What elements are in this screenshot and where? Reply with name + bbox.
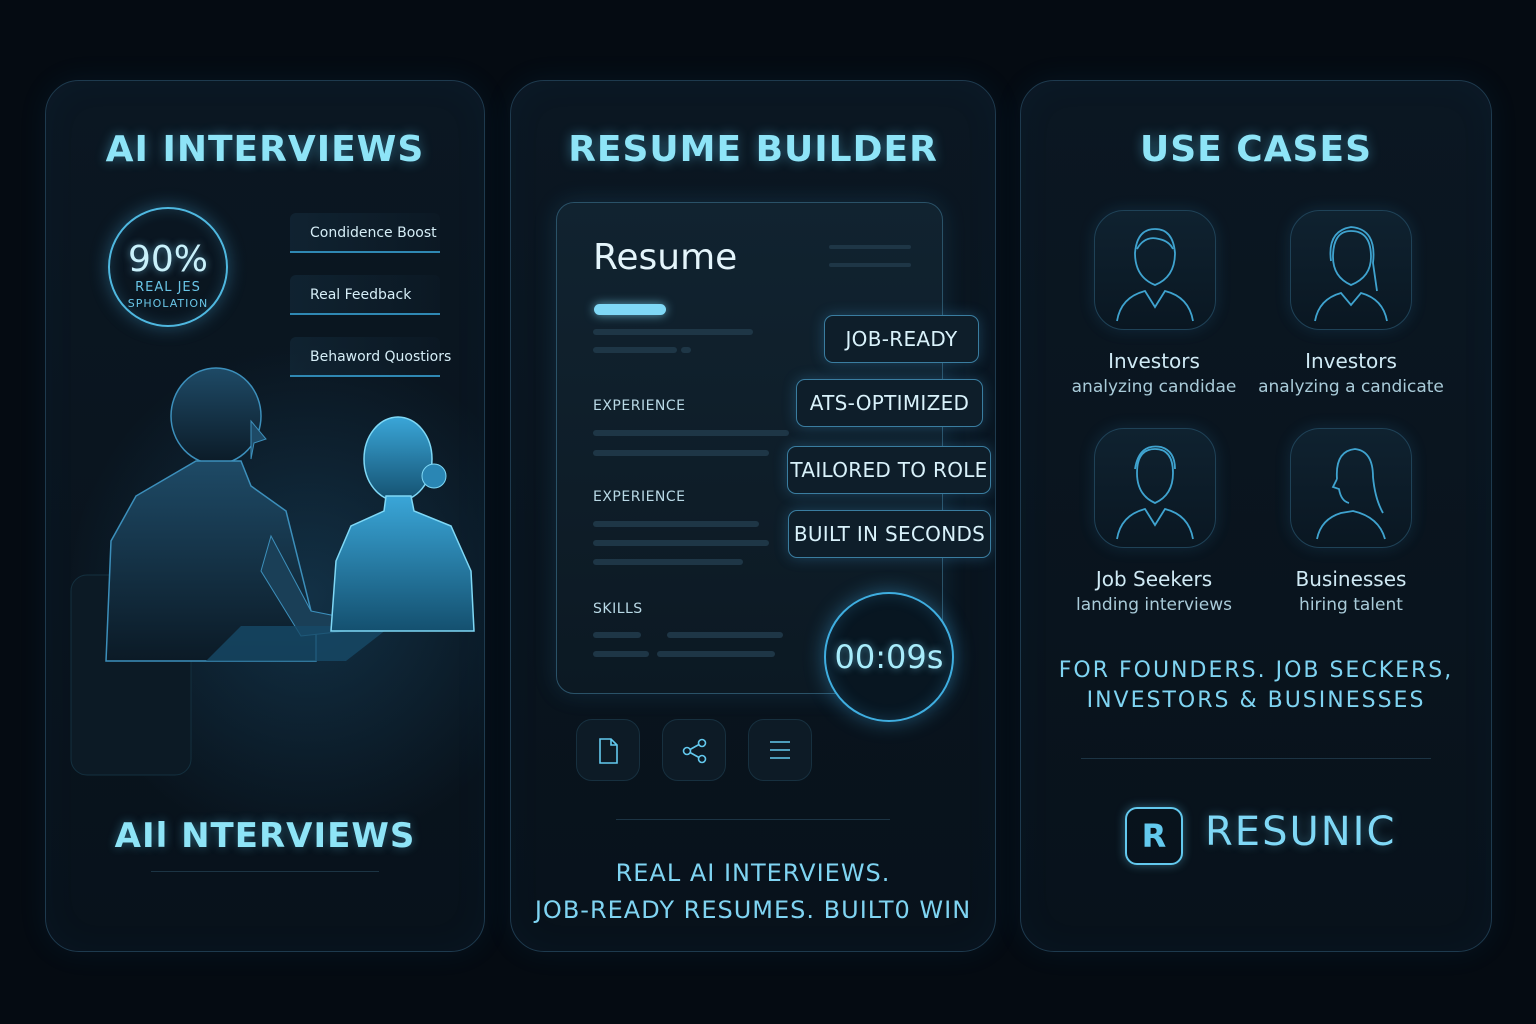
tagline-line-2: INVESTORS & BUSINESSES — [1086, 688, 1426, 713]
text-line — [657, 651, 775, 657]
use-case-subtitle: analyzing a candicate — [1258, 377, 1444, 397]
tag-ats-optimized: ATS-OPTIMIZED — [796, 379, 983, 427]
resume-title: Resume — [593, 237, 738, 278]
tag-built-in-seconds: BUILT IN SECONDS — [788, 510, 991, 558]
stat-value: 90% — [127, 239, 208, 280]
feature-item[interactable]: Condidence Boost — [290, 213, 440, 253]
use-case-card[interactable] — [1094, 428, 1216, 548]
brand-logo-icon: R — [1125, 807, 1183, 865]
use-case-title: Investors — [1108, 349, 1200, 373]
use-case-title: Businesses — [1295, 567, 1407, 591]
use-case-subtitle: landing interviews — [1075, 595, 1232, 615]
text-line — [593, 347, 677, 353]
tagline-line-1: FOR FOUNDERS. JOB SECKERS, — [1058, 658, 1454, 683]
panel-title: RESUME BUILDER — [568, 129, 938, 170]
ai-interviews-panel: AI INTERVIEWS 90% REAL JES SPHOLATION Co… — [45, 80, 485, 952]
feature-label: Real Feedback — [310, 287, 412, 303]
text-line — [681, 347, 691, 353]
document-button[interactable] — [576, 719, 640, 781]
stat-badge: 90% REAL JES SPHOLATION — [108, 207, 228, 327]
man-avatar-icon — [1116, 228, 1194, 322]
resume-builder-panel: RESUME BUILDER Resume EXPERIENCE EXPERIE… — [510, 80, 996, 952]
feature-item[interactable]: Real Feedback — [290, 275, 440, 315]
footer-line-2: JOB-READY RESUMES. BUILT0 WIN — [534, 896, 972, 924]
text-line — [593, 521, 759, 527]
man-avatar-icon — [1116, 445, 1194, 540]
share-button[interactable] — [662, 719, 726, 781]
stat-label-1: REAL JES — [135, 280, 201, 295]
footer-line-1: REAL AI INTERVIEWS. — [615, 859, 891, 887]
use-cases-panel: USE CASES Investors analyzing candidae I… — [1020, 80, 1492, 952]
woman-profile-icon — [1316, 448, 1386, 540]
feature-label: Condidence Boost — [310, 225, 437, 241]
text-line — [593, 559, 743, 565]
use-case-card[interactable] — [1094, 210, 1216, 330]
text-line — [593, 540, 769, 546]
panel-title: AI INTERVIEWS — [105, 129, 425, 170]
brand-name: RESUNIC — [1205, 809, 1397, 855]
section-label: SKILLS — [593, 601, 643, 617]
share-icon — [682, 738, 707, 764]
use-case-subtitle: analyzing candidae — [1071, 377, 1237, 397]
text-line — [829, 263, 911, 267]
timer: 00:09s — [824, 592, 954, 722]
use-case-title: Job Seekers — [1095, 567, 1213, 591]
use-case-title: Investors — [1305, 349, 1397, 373]
panel-title: USE CASES — [1139, 129, 1372, 170]
divider — [151, 871, 379, 872]
tag-job-ready: JOB-READY — [824, 315, 979, 363]
use-case-card[interactable] — [1290, 428, 1412, 548]
section-label: EXPERIENCE — [593, 398, 686, 414]
divider — [616, 819, 890, 820]
accent-bar — [594, 304, 666, 315]
divider — [1081, 758, 1431, 759]
text-line — [593, 329, 753, 335]
text-line — [829, 245, 911, 249]
text-line — [593, 651, 649, 657]
section-label: EXPERIENCE — [593, 489, 686, 505]
use-case-label: Investors analyzing a candicate — [1241, 349, 1461, 397]
text-line — [593, 632, 641, 638]
stat-label-2: SPHOLATION — [127, 297, 209, 310]
interview-illustration — [70, 367, 475, 776]
document-icon — [599, 738, 618, 764]
text-line — [667, 632, 783, 638]
use-case-label: Job Seekers landing interviews — [1044, 567, 1264, 615]
text-line — [593, 450, 769, 456]
bottom-title: AIl NTERVIEWS — [114, 816, 416, 856]
tag-tailored-to-role: TAILORED TO ROLE — [787, 446, 991, 494]
use-case-label: Businesses hiring talent — [1241, 567, 1461, 615]
use-case-card[interactable] — [1290, 210, 1412, 330]
text-line — [593, 430, 789, 436]
menu-icon — [770, 741, 790, 759]
use-case-subtitle: hiring talent — [1299, 595, 1403, 615]
menu-button[interactable] — [748, 719, 812, 781]
use-case-label: Investors analyzing candidae — [1044, 349, 1264, 397]
woman-avatar-icon — [1314, 226, 1388, 322]
